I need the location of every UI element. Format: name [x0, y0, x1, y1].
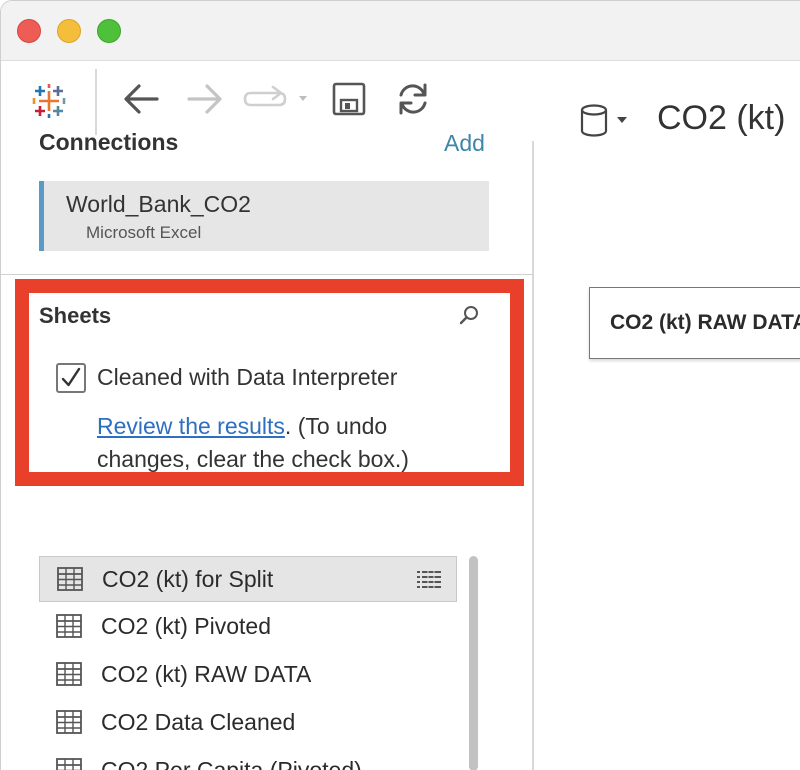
title-bar [1, 1, 800, 61]
sheet-item-label: CO2 Data Cleaned [101, 709, 296, 735]
sheet-list-scrollbar[interactable] [469, 556, 478, 770]
tableau-logo-icon[interactable] [29, 81, 69, 121]
sheet-item-co2-kt-pivoted[interactable]: CO2 (kt) Pivoted [39, 604, 457, 650]
data-interpreter-label: Cleaned with Data Interpreter [97, 364, 398, 390]
app-window: Connections Add World_Bank_CO2 Microsoft… [0, 0, 800, 770]
forward-arrow-icon[interactable] [183, 79, 227, 119]
table-icon [56, 758, 82, 770]
sheets-header: Sheets [39, 303, 112, 328]
table-card[interactable]: CO2 (kt) RAW DATA [589, 287, 800, 359]
sheet-item-co2-per-capita-pivoted[interactable]: CO2 Per Capita (Pivoted) [39, 748, 457, 770]
section-divider [1, 274, 534, 275]
table-icon [56, 710, 82, 734]
add-connection-link[interactable]: Add [444, 130, 485, 157]
table-card-label: CO2 (kt) RAW DATA [610, 311, 800, 334]
zoom-window-button[interactable] [97, 19, 121, 43]
toolbar-divider [95, 69, 97, 135]
review-results-message: Review the results. (To undo changes, cl… [97, 410, 457, 476]
datasource-title[interactable]: CO2 (kt) [657, 99, 785, 138]
connection-name: World_Bank_CO2 [66, 191, 251, 217]
sheet-item-co2-kt-for-split[interactable]: CO2 (kt) for Split [39, 556, 457, 602]
connections-header: Connections [39, 129, 179, 155]
table-icon [56, 662, 82, 686]
sheet-item-label: CO2 (kt) for Split [102, 566, 274, 592]
sheet-item-label: CO2 Per Capita (Pivoted) [101, 757, 362, 770]
sheet-item-co2-kt-raw-data[interactable]: CO2 (kt) RAW DATA [39, 652, 457, 698]
save-icon[interactable] [331, 81, 367, 117]
data-interpreter-checkbox[interactable] [56, 363, 86, 393]
sheet-item-label: CO2 (kt) Pivoted [101, 613, 271, 639]
table-icon [56, 614, 82, 638]
checkmark-icon [61, 367, 81, 387]
connection-item-world-bank-co2[interactable]: World_Bank_CO2 Microsoft Excel [39, 181, 489, 251]
sheet-list: CO2 (kt) for Split CO2 (kt) Pivoted CO2 … [39, 496, 459, 770]
view-data-icon[interactable] [416, 569, 442, 591]
search-icon[interactable] [458, 305, 480, 327]
connection-type: Microsoft Excel [86, 223, 202, 242]
review-results-link[interactable]: Review the results [97, 413, 285, 439]
back-arrow-icon[interactable] [119, 79, 163, 119]
sheet-item-co2-data-cleaned[interactable]: CO2 Data Cleaned [39, 700, 457, 746]
minimize-window-button[interactable] [57, 19, 81, 43]
redo-dropdown-icon[interactable] [241, 83, 313, 115]
close-window-button[interactable] [17, 19, 41, 43]
table-icon [57, 567, 83, 591]
data-source-canvas [536, 61, 800, 770]
refresh-icon[interactable] [393, 79, 433, 119]
datasource-cylinder-icon[interactable] [579, 103, 631, 139]
sheet-item-label: CO2 (kt) RAW DATA [101, 661, 312, 687]
